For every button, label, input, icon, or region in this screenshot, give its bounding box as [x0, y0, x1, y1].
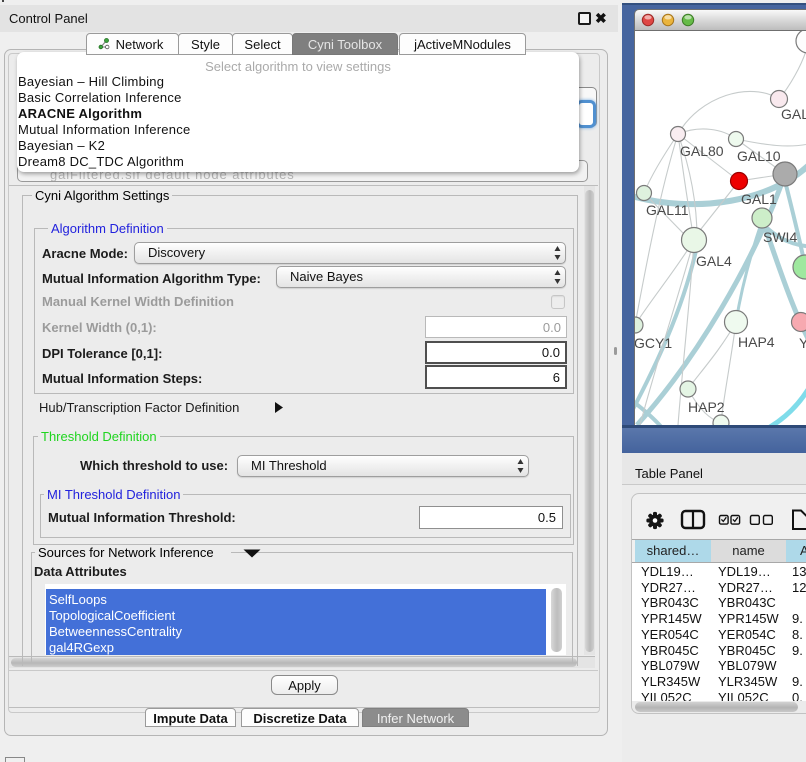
- svg-text:GAL11: GAL11: [646, 202, 689, 218]
- svg-text:GAL1: GAL1: [741, 191, 777, 207]
- svg-text:SWI4: SWI4: [763, 229, 797, 245]
- svg-text:GAL10: GAL10: [737, 148, 781, 164]
- svg-text:HAP4: HAP4: [738, 334, 775, 350]
- svg-text:Y: Y: [799, 335, 806, 351]
- svg-text:GAL4: GAL4: [696, 253, 732, 269]
- svg-text:GAL80: GAL80: [680, 143, 724, 159]
- svg-text:GCY1: GCY1: [635, 335, 672, 351]
- svg-text:GAL: GAL: [781, 106, 806, 122]
- svg-text:HAP2: HAP2: [688, 399, 725, 415]
